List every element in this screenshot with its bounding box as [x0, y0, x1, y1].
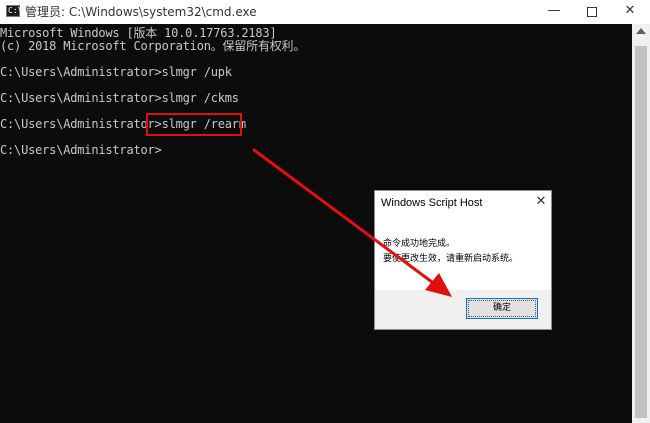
- window-title: 管理员: C:\Windows\system32\cmd.exe: [25, 5, 257, 19]
- console-line: C:\Users\Administrator>slmgr /ckms: [0, 91, 239, 105]
- cmd-window: C:\ 管理员: C:\Windows\system32\cmd.exe — ✕…: [0, 0, 650, 423]
- dialog-message-line: 要使更改生效，请重新启动系统。: [383, 254, 519, 264]
- cmd-icon-glyph: C:\: [8, 6, 23, 15]
- dialog-close-button[interactable]: ✕: [533, 194, 549, 210]
- maximize-icon: [587, 7, 597, 17]
- console-line: C:\Users\Administrator>slmgr /upk: [0, 65, 232, 79]
- ok-button[interactable]: 确定: [466, 298, 538, 319]
- console-line: C:\Users\Administrator>: [0, 143, 162, 157]
- title-bar[interactable]: C:\ 管理员: C:\Windows\system32\cmd.exe — ✕: [0, 0, 650, 24]
- command-highlight-box: [146, 113, 242, 136]
- console-line: (c) 2018 Microsoft Corporation。保留所有权利。: [0, 39, 306, 53]
- minimize-button[interactable]: —: [534, 0, 574, 24]
- ok-button-focus-ring: [468, 300, 536, 317]
- cmd-icon: C:\: [6, 5, 23, 17]
- scroll-up-arrow-icon[interactable]: [636, 28, 646, 34]
- close-button[interactable]: ✕: [610, 0, 650, 24]
- script-host-dialog: Windows Script Host ✕ 命令成功地完成。 要使更改生效，请重…: [374, 190, 552, 330]
- dialog-message-line: 命令成功地完成。: [383, 239, 456, 249]
- scrollbar-thumb[interactable]: [635, 46, 647, 418]
- dialog-button-bar: 确定: [375, 290, 551, 329]
- maximize-button[interactable]: [572, 0, 612, 24]
- console-line: Microsoft Windows [版本 10.0.17763.2183]: [0, 26, 277, 40]
- vertical-scrollbar[interactable]: [632, 24, 650, 423]
- dialog-title: Windows Script Host: [381, 197, 483, 209]
